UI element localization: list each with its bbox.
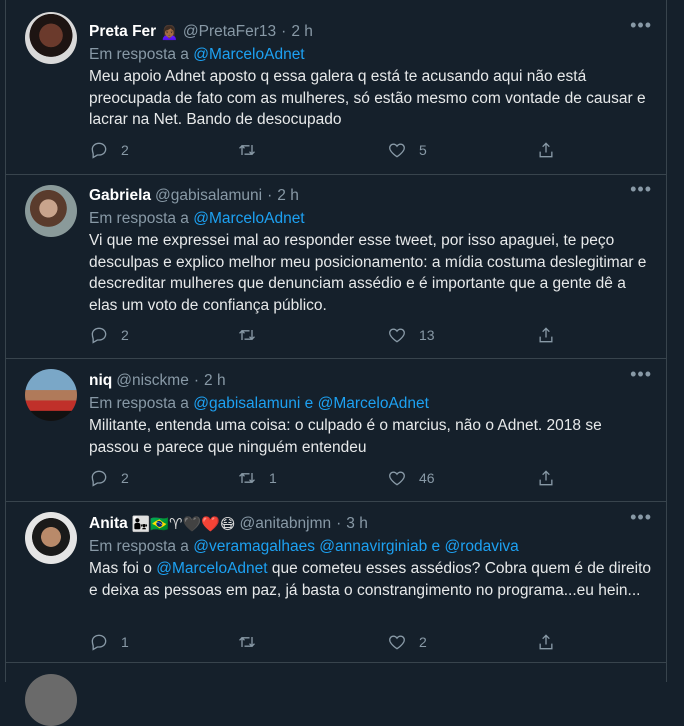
tweet-text: Meu apoio Adnet aposto q essa galera q e…	[89, 68, 646, 128]
column-border-right	[666, 0, 667, 682]
like-button[interactable]: 46	[387, 468, 435, 488]
tweet[interactable]: Anita 👨‍👧🇧🇷♈🖤❤️😷 @anitabnjmn · 3 h ••• E…	[6, 502, 666, 663]
mention-link[interactable]: @MarceloAdnet	[193, 46, 304, 63]
avatar[interactable]	[25, 512, 77, 564]
retweet-button[interactable]: 1	[237, 468, 279, 488]
retweet-icon	[239, 636, 255, 648]
avatar[interactable]	[25, 185, 77, 237]
reply-button[interactable]: 2	[89, 140, 131, 160]
author-name[interactable]: Gabriela	[89, 187, 151, 205]
share-icon	[539, 142, 553, 158]
more-icon[interactable]: •••	[630, 364, 652, 385]
reply-icon	[91, 327, 107, 344]
tweet-time[interactable]: 2 h	[277, 187, 299, 205]
name-emoji: 🙍🏾‍♀️	[160, 24, 179, 41]
tweet-actions: 1 2	[89, 632, 569, 656]
tweet-text: Mas foi o @MarceloAdnet que cometeu esse…	[89, 560, 652, 599]
retweet-icon	[239, 329, 255, 341]
mention-link[interactable]: @MarceloAdnet	[156, 560, 267, 577]
share-button[interactable]	[536, 632, 568, 652]
tweet-text: Vi que me expressei mal ao responder ess…	[89, 232, 647, 314]
tweet[interactable]: niq @nisckme · 2 h ••• Em resposta a @ga…	[6, 359, 666, 502]
tweet-time[interactable]: 3 h	[346, 515, 368, 533]
more-icon[interactable]: •••	[630, 15, 652, 36]
retweet-icon	[239, 144, 255, 156]
share-icon	[539, 634, 553, 650]
reply-context: Em resposta a @MarceloAdnet	[89, 46, 305, 63]
mention-link[interactable]: @MarceloAdnet	[193, 210, 304, 227]
author-name[interactable]: niq	[89, 372, 112, 390]
mention-link[interactable]: @gabisalamuni	[193, 395, 300, 412]
mention-link[interactable]: @MarceloAdnet	[318, 395, 429, 412]
name-emojis: 👨‍👧🇧🇷♈🖤❤️😷	[131, 516, 236, 533]
reply-icon	[91, 470, 107, 487]
separator-dot: ·	[193, 372, 200, 389]
tweet-time[interactable]: 2 h	[204, 372, 226, 390]
heart-icon	[389, 635, 405, 650]
heart-icon	[389, 143, 405, 158]
share-button[interactable]	[536, 325, 568, 345]
tweet-actions: 2 1 46	[89, 468, 569, 492]
tweet[interactable]: Gabriela @gabisalamuni · 2 h ••• Em resp…	[6, 175, 666, 359]
tweet-text: Militante, entenda uma coisa: o culpado …	[89, 417, 602, 456]
avatar[interactable]	[25, 12, 77, 64]
separator-dot: ·	[281, 23, 287, 40]
share-icon	[539, 327, 553, 343]
author-name[interactable]: Anita	[89, 515, 128, 533]
reply-icon	[91, 142, 107, 159]
mention-link[interactable]: @rodaviva	[444, 538, 518, 555]
separator-dot: ·	[336, 515, 342, 532]
reply-icon	[91, 634, 107, 651]
reply-button[interactable]: 1	[89, 632, 131, 652]
reply-button[interactable]: 2	[89, 468, 131, 488]
mention-link[interactable]: @annavirginiab	[319, 538, 427, 555]
tweet[interactable]: Preta Fer 🙍🏾‍♀️ @PretaFer13 · 2 h ••• Em…	[6, 0, 666, 175]
author-handle[interactable]: @anitabnjmn	[240, 515, 332, 533]
share-icon	[539, 470, 553, 486]
separator-dot: ·	[267, 187, 273, 204]
avatar[interactable]	[25, 369, 77, 421]
author-handle[interactable]: @gabisalamuni	[155, 187, 262, 205]
tweet-time[interactable]: 2 h	[291, 23, 313, 41]
tweet-actions: 2 13	[89, 325, 569, 349]
heart-icon	[389, 328, 405, 343]
reply-context: Em resposta a @MarceloAdnet	[89, 210, 305, 227]
tweet-actions: 2 5	[89, 140, 569, 164]
retweet-icon	[239, 472, 255, 484]
author-handle[interactable]: @PretaFer13	[183, 23, 276, 41]
mention-link[interactable]: @veramagalhaes	[193, 538, 315, 555]
reply-context: Em resposta a @gabisalamuni e @MarceloAd…	[89, 395, 429, 412]
like-button[interactable]: 13	[387, 325, 435, 345]
author-handle[interactable]: @nisckme	[116, 372, 189, 390]
share-button[interactable]	[536, 468, 568, 488]
retweet-button[interactable]	[237, 632, 279, 652]
heart-icon	[389, 471, 405, 486]
retweet-button[interactable]	[237, 325, 279, 345]
tweet-feed: Preta Fer 🙍🏾‍♀️ @PretaFer13 · 2 h ••• Em…	[0, 0, 684, 726]
more-icon[interactable]: •••	[630, 507, 652, 528]
reply-context: Em resposta a @veramagalhaes @annavirgin…	[89, 538, 519, 555]
author-name[interactable]: Preta Fer	[89, 23, 156, 41]
retweet-button[interactable]	[237, 140, 279, 160]
reply-button[interactable]: 2	[89, 325, 131, 345]
more-icon[interactable]: •••	[630, 179, 652, 200]
like-button[interactable]: 2	[387, 632, 429, 652]
like-button[interactable]: 5	[387, 140, 429, 160]
share-button[interactable]	[536, 140, 568, 160]
